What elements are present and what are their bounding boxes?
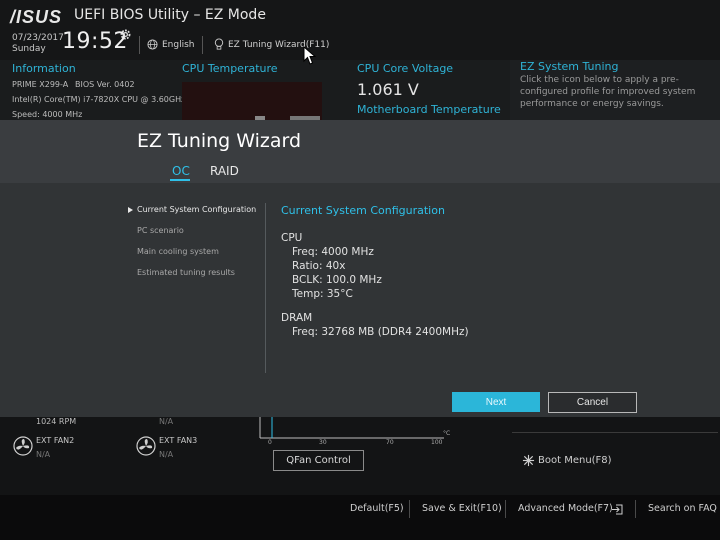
- fan-value: N/A: [159, 417, 174, 426]
- save-exit-button[interactable]: Save & Exit(F10): [422, 503, 502, 514]
- fan-icon: [13, 436, 33, 456]
- divider: [139, 36, 140, 54]
- fan-curve-chart: [259, 417, 444, 439]
- chart-unit-label: °C: [443, 430, 451, 437]
- next-button[interactable]: Next: [452, 392, 540, 412]
- cpu-temperature-title: CPU Temperature: [182, 62, 278, 75]
- divider: [265, 203, 266, 373]
- search-on-faq-button[interactable]: Search on FAQ: [648, 503, 717, 514]
- lightbulb-icon[interactable]: [214, 38, 224, 51]
- dialog-header: [0, 120, 720, 183]
- fan-rpm-value: 1024 RPM: [36, 417, 77, 426]
- app-title: UEFI BIOS Utility – EZ Mode: [74, 7, 266, 23]
- gear-icon[interactable]: [119, 28, 132, 41]
- divider: [512, 432, 718, 433]
- dram-heading: DRAM: [281, 312, 313, 324]
- date-text: 07/23/2017: [12, 33, 64, 43]
- active-step-arrow-icon: [128, 207, 133, 213]
- cpu-bclk: BCLK: 100.0 MHz: [292, 274, 382, 286]
- step-pc-scenario: PC scenario: [137, 226, 184, 235]
- language-selector[interactable]: English: [162, 40, 195, 50]
- advanced-mode-button[interactable]: Advanced Mode(F7): [518, 503, 613, 514]
- cpu-model: Intel(R) Core(TM) i7-7820X CPU @ 3.60GHz: [12, 95, 186, 104]
- chart-tick-label: 100: [431, 439, 443, 446]
- board-name: PRIME X299-A: [12, 80, 69, 89]
- chart-tick-label: 70: [386, 439, 394, 446]
- qfan-control-button[interactable]: QFan Control: [273, 450, 364, 471]
- dialog-title: EZ Tuning Wizard: [137, 130, 302, 152]
- ez-system-tuning-description: Click the icon below to apply a pre-conf…: [520, 75, 696, 109]
- tab-oc[interactable]: OC: [172, 164, 190, 178]
- cpu-ratio: Ratio: 40x: [292, 260, 346, 272]
- step-estimated-tuning-results: Estimated tuning results: [137, 268, 235, 277]
- cpu-core-voltage-title: CPU Core Voltage: [357, 62, 454, 75]
- cpu-speed: Speed: 4000 MHz: [12, 110, 83, 119]
- asus-logo: /ISUS: [10, 7, 63, 27]
- boot-menu-button[interactable]: Boot Menu(F8): [538, 455, 612, 466]
- fan-value-ext-fan2: N/A: [36, 450, 51, 459]
- chart-tick-label: 0: [268, 439, 272, 446]
- cpu-heading: CPU: [281, 232, 303, 244]
- cpu-temp: Temp: 35°C: [292, 288, 353, 300]
- cpu-temperature-graph: [182, 82, 322, 120]
- default-button[interactable]: Default(F5): [350, 503, 404, 514]
- fan-label-ext-fan3: EXT FAN3: [159, 436, 198, 445]
- motherboard-temperature-title: Motherboard Temperature: [357, 103, 501, 116]
- content-title: Current System Configuration: [281, 204, 445, 217]
- tab-raid[interactable]: RAID: [210, 164, 239, 178]
- dram-freq: Freq: 32768 MB (DDR4 2400MHz): [292, 326, 469, 338]
- boot-menu-icon[interactable]: [522, 454, 535, 467]
- divider: [409, 500, 410, 518]
- information-title: Information: [12, 62, 76, 75]
- day-text: Sunday: [12, 44, 46, 54]
- active-tab-indicator: [170, 179, 190, 181]
- cpu-core-voltage-value: 1.061 V: [357, 80, 419, 99]
- cancel-button[interactable]: Cancel: [548, 392, 637, 413]
- exit-arrow-icon[interactable]: [611, 504, 623, 515]
- ez-system-tuning-title: EZ System Tuning: [520, 60, 619, 73]
- globe-icon[interactable]: [147, 39, 158, 50]
- fan-icon: [136, 436, 156, 456]
- step-current-system-configuration: Current System Configuration: [137, 205, 257, 214]
- step-main-cooling-system: Main cooling system: [137, 247, 219, 256]
- ez-tuning-wizard-dialog: EZ Tuning Wizard OC RAID Current System …: [0, 120, 720, 417]
- divider: [635, 500, 636, 518]
- mouse-cursor-icon: [303, 46, 317, 65]
- fan-label-ext-fan2: EXT FAN2: [36, 436, 75, 445]
- divider: [505, 500, 506, 518]
- bios-version: BIOS Ver. 0402: [75, 80, 135, 89]
- bottom-bar: [0, 495, 720, 540]
- cpu-freq: Freq: 4000 MHz: [292, 246, 374, 258]
- fan-value-ext-fan3: N/A: [159, 450, 174, 459]
- divider: [202, 36, 203, 54]
- chart-tick-label: 30: [319, 439, 327, 446]
